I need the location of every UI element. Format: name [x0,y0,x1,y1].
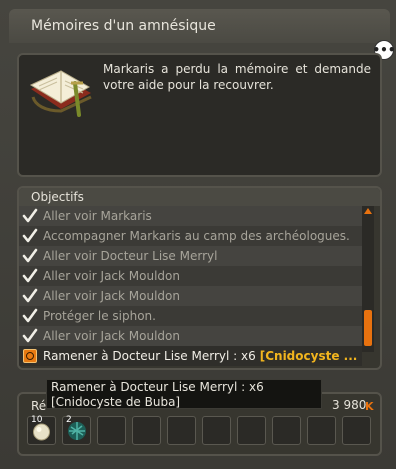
scroll-up-arrow-icon[interactable] [364,208,372,214]
objective-label: Aller voir Docteur Lise Merryl [43,249,218,263]
objective-row: Aller voir Jack Mouldon [19,326,362,346]
objective-tooltip: Ramener à Docteur Lise Merryl : x6 [Cnid… [46,379,322,409]
objective-label: Accompagner Markaris au camp des archéol… [43,229,350,243]
rewards-label: Ré [31,399,47,413]
reward-slot[interactable]: 2 [62,415,91,445]
objectives-header: Objectifs [19,188,380,206]
reward-slot[interactable]: 10 [27,415,56,445]
window-title: Mémoires d'un amnésique [31,18,216,34]
reward-slot-empty[interactable] [272,416,301,445]
checkmark-icon [22,248,38,263]
slot-count: 10 [31,415,43,425]
checkmark-icon [22,208,38,223]
reward-slot-empty[interactable] [237,416,266,445]
objective-label: Aller voir Markaris [43,209,152,223]
quest-window: Mémoires d'un amnésique ••• Markaris a p… [0,0,396,469]
kamas-value: 3 980 [332,398,367,412]
objective-row: Accompagner Markaris au camp des archéol… [19,226,362,246]
target-icon [23,349,37,363]
reward-slot-empty[interactable] [132,416,161,445]
objective-row: Protéger le siphon. [19,306,362,326]
objective-row: Aller voir Markaris [19,206,362,226]
objective-label: Aller voir Jack Mouldon [43,289,180,303]
checkmark-icon [22,288,38,303]
active-objective-item: [Cnidocyste ... [259,349,358,363]
reward-slot-empty[interactable] [342,416,371,445]
objective-row: Aller voir Jack Mouldon [19,286,362,306]
kamas-icon: K [365,400,374,413]
active-objective-row[interactable]: Ramener à Docteur Lise Merryl : x6 [Cnid… [19,346,362,366]
reward-slot-empty[interactable] [167,416,196,445]
quest-description: Markaris a perdu la mémoire et demande v… [103,62,371,92]
quest-description-panel: Markaris a perdu la mémoire et demande v… [17,53,382,177]
active-objective-label: Ramener à Docteur Lise Merryl : x6 [43,349,256,363]
objective-label: Aller voir Jack Mouldon [43,269,180,283]
objectives-panel: Objectifs Aller voir Markaris Accompagne… [17,186,382,370]
objectives-list: Aller voir Markaris Accompagner Markaris… [19,206,362,366]
checkmark-icon [22,228,38,243]
objective-label: Aller voir Jack Mouldon [43,329,180,343]
reward-slot-empty[interactable] [307,416,336,445]
checkmark-icon [22,328,38,343]
objective-label: Protéger le siphon. [43,309,156,323]
title-bar: Mémoires d'un amnésique [9,9,390,43]
objectives-scrollbar[interactable] [362,206,374,352]
checkmark-icon [22,308,38,323]
objective-row: Aller voir Jack Mouldon [19,266,362,286]
reward-slot-empty[interactable] [202,416,231,445]
slot-count: 2 [66,415,72,425]
objective-row: Aller voir Docteur Lise Merryl [19,246,362,266]
reward-slot-empty[interactable] [97,416,126,445]
scroll-thumb[interactable] [364,310,372,346]
book-icon [29,70,92,117]
checkmark-icon [22,268,38,283]
reward-slots: 10 2 [27,415,371,445]
